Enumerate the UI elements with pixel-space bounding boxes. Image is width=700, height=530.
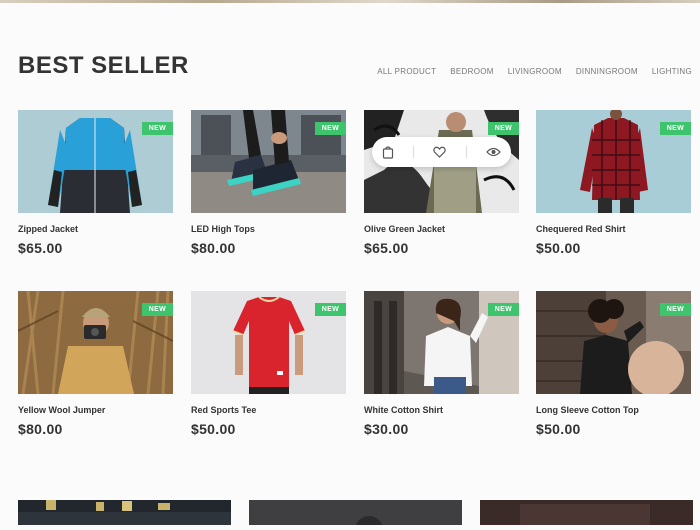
product-card[interactable]: NEW Red Sports Tee $50.00 — [191, 291, 346, 437]
new-badge: NEW — [314, 122, 346, 135]
section-title: BEST SELLER — [18, 52, 189, 79]
top-banner-strip — [0, 0, 700, 3]
product-image[interactable]: NEW — [18, 110, 173, 213]
category-filters: ALL PRODUCT BEDROOM LIVINGROOM DINNINGRO… — [377, 67, 692, 76]
product-price: $50.00 — [536, 240, 581, 256]
product-price: $30.00 — [364, 421, 409, 437]
product-price: $80.00 — [191, 240, 236, 256]
filter-dinningroom[interactable]: DINNINGROOM — [576, 67, 638, 76]
cart-icon[interactable] — [382, 145, 394, 159]
product-card[interactable]: NEW Zipped Jacket $65.00 — [18, 110, 173, 256]
product-image[interactable]: NEW — [536, 291, 691, 394]
filter-lighting[interactable]: LIGHTING — [652, 67, 692, 76]
product-name[interactable]: LED High Tops — [191, 224, 346, 234]
product-price: $65.00 — [18, 240, 63, 256]
product-image[interactable]: NEW — [364, 110, 519, 213]
divider — [413, 146, 415, 158]
promo-banner[interactable] — [18, 500, 231, 525]
filter-livingroom[interactable]: LIVINGROOM — [508, 67, 562, 76]
new-badge: NEW — [314, 303, 346, 316]
product-name[interactable]: Long Sleeve Cotton Top — [536, 405, 691, 415]
product-card[interactable]: NEW White Cotton Shirt $30.00 — [364, 291, 519, 437]
quick-actions-bar — [372, 137, 511, 167]
promo-banner[interactable] — [249, 500, 462, 530]
product-image[interactable]: NEW — [536, 110, 691, 213]
product-card[interactable]: NEW Long Sleeve Cotton Top $50.00 — [536, 291, 691, 437]
product-image[interactable]: NEW — [191, 291, 346, 394]
eye-icon[interactable] — [486, 147, 502, 157]
filter-bedroom[interactable]: BEDROOM — [450, 67, 493, 76]
divider — [465, 146, 467, 158]
filter-all-product[interactable]: ALL PRODUCT — [377, 67, 436, 76]
product-card[interactable]: NEW LED High Tops $80.00 — [191, 110, 346, 256]
product-image[interactable]: NEW — [364, 291, 519, 394]
product-price: $80.00 — [18, 421, 63, 437]
product-image[interactable]: NEW — [18, 291, 173, 394]
new-badge: NEW — [659, 122, 691, 135]
new-badge: NEW — [141, 303, 173, 316]
new-badge: NEW — [487, 122, 519, 135]
new-badge: NEW — [487, 303, 519, 316]
new-badge: NEW — [141, 122, 173, 135]
product-card[interactable]: NEW Olive Green Jacket $65.00 — [364, 110, 519, 256]
product-name[interactable]: Red Sports Tee — [191, 405, 346, 415]
promo-banner[interactable] — [480, 500, 693, 525]
product-name[interactable]: Olive Green Jacket — [364, 224, 519, 234]
product-card[interactable]: NEW Chequered Red Shirt $50.00 — [536, 110, 691, 256]
product-name[interactable]: Chequered Red Shirt — [536, 224, 691, 234]
product-name[interactable]: Zipped Jacket — [18, 224, 173, 234]
heart-icon[interactable] — [433, 146, 447, 158]
product-price: $65.00 — [364, 240, 409, 256]
product-name[interactable]: White Cotton Shirt — [364, 405, 519, 415]
product-price: $50.00 — [536, 421, 581, 437]
product-price: $50.00 — [191, 421, 236, 437]
product-image[interactable]: NEW — [191, 110, 346, 213]
product-card[interactable]: NEW Yellow Wool Jumper $80.00 — [18, 291, 173, 437]
product-name[interactable]: Yellow Wool Jumper — [18, 405, 173, 415]
new-badge: NEW — [659, 303, 691, 316]
